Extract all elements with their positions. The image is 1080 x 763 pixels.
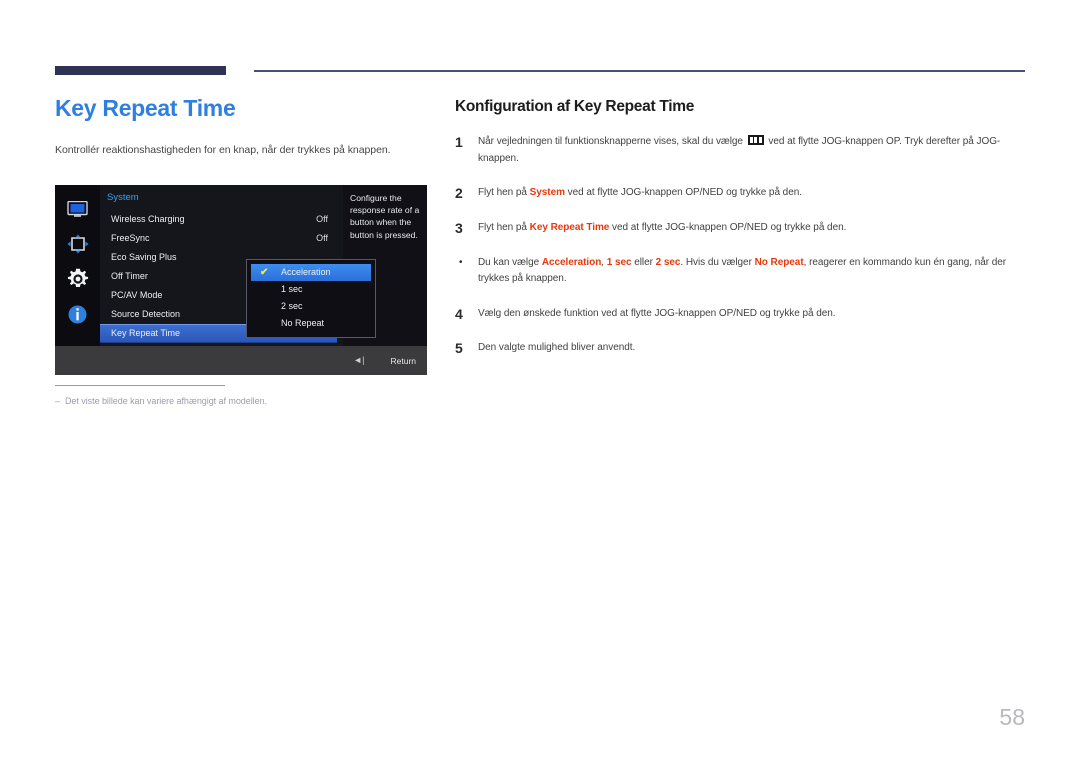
- instruction-step: 1 Når vejledningen til funktionsknapperne…: [455, 134, 1025, 167]
- back-arrow-icon[interactable]: ◄|: [353, 356, 364, 365]
- osd-screenshot: System Wireless Charging Off FreeSync Of…: [55, 185, 427, 375]
- step-text-fragment: eller: [631, 256, 656, 268]
- highlighted-term: Key Repeat Time: [529, 221, 610, 233]
- osd-body: System Wireless Charging Off FreeSync Of…: [100, 185, 427, 346]
- step-text-fragment: Flyt hen på: [478, 221, 530, 233]
- footnote-area: – Det viste billede kan variere afhængigt…: [55, 385, 475, 406]
- osd-item-label: Key Repeat Time: [111, 328, 181, 338]
- osd-item-label: Wireless Charging: [111, 214, 185, 224]
- step-text-fragment: Når vejledningen til funktionsknapperne …: [478, 136, 746, 147]
- picture-size-icon[interactable]: [65, 231, 91, 257]
- instruction-step: • Du kan vælge Acceleration, 1 sec eller …: [455, 255, 1025, 288]
- osd-item-label: Source Detection: [111, 309, 181, 319]
- highlighted-term: 2 sec: [655, 256, 681, 268]
- header-accent-bar: [55, 66, 226, 75]
- osd-item-value: Off: [316, 233, 328, 243]
- step-text-fragment: ved at flytte JOG-knappen OP/NED og tryk…: [609, 221, 847, 233]
- page-number: 58: [999, 704, 1025, 730]
- step-text-fragment: Den valgte mulighed bliver anvendt.: [478, 342, 636, 354]
- information-icon[interactable]: [65, 301, 91, 327]
- footnote-text: – Det viste billede kan variere afhængigt…: [55, 396, 475, 406]
- osd-item-value: Off: [316, 214, 328, 224]
- instruction-step: 4 Vælg den ønskede funktion ved at flytte…: [455, 306, 1025, 323]
- step-text-fragment: Du kan vælge: [478, 256, 542, 268]
- step-text: Vælg den ønskede funktion ved at flytte …: [478, 306, 1025, 323]
- footnote-divider: [55, 385, 225, 386]
- osd-option-popup: ✔ Acceleration 1 sec 2 sec No Repeat: [246, 259, 376, 338]
- system-gear-icon[interactable]: [65, 266, 91, 292]
- osd-option-label: 2 sec: [281, 301, 303, 311]
- left-column: Key Repeat Time Kontrollér reaktionshast…: [55, 95, 430, 156]
- osd-menu-title: System: [107, 192, 139, 203]
- step-number: 5: [455, 340, 463, 357]
- step-bullet: •: [459, 256, 463, 268]
- highlighted-term: 1 sec: [606, 256, 632, 268]
- header-divider-line: [254, 70, 1025, 72]
- instruction-steps: 1 Når vejledningen til funktionsknapperne…: [455, 134, 1025, 357]
- step-text-fragment: ved at flytte JOG-knappen OP/NED og tryk…: [564, 187, 802, 198]
- step-text: Når vejledningen til funktionsknapperne …: [478, 134, 1025, 167]
- highlighted-term: System: [529, 187, 565, 198]
- osd-item-label: FreeSync: [111, 233, 150, 243]
- step-text: Den valgte mulighed bliver anvendt.: [478, 340, 1025, 357]
- instruction-step: 2 Flyt hen på System ved at flytte JOG-kn…: [455, 185, 1025, 202]
- footnote-dash: –: [55, 396, 60, 406]
- instruction-step: 5 Den valgte mulighed bliver anvendt.: [455, 340, 1025, 357]
- osd-option-no-repeat[interactable]: No Repeat: [251, 315, 371, 332]
- step-number: 3: [455, 219, 463, 236]
- step-number: 1: [455, 134, 463, 150]
- osd-option-label: Acceleration: [281, 267, 331, 277]
- step-text-fragment: . Hvis du vælger: [680, 256, 755, 268]
- header-rules: [0, 0, 1080, 90]
- osd-option-label: 1 sec: [281, 284, 303, 294]
- osd-bottom-bar: ◄| Return: [55, 346, 427, 375]
- checkmark-icon: ✔: [260, 267, 269, 278]
- step-text-fragment: Flyt hen på: [478, 187, 530, 198]
- osd-item-label: PC/AV Mode: [111, 290, 163, 300]
- osd-item-label: Eco Saving Plus: [111, 252, 177, 262]
- step-number: 2: [455, 185, 463, 201]
- step-text: Flyt hen på Key Repeat Time ved at flytt…: [478, 220, 1025, 237]
- right-column: Konfiguration af Key Repeat Time 1 Når ve…: [455, 98, 1025, 357]
- step-text: Flyt hen på System ved at flytte JOG-kna…: [478, 185, 1025, 202]
- page-title: Key Repeat Time: [55, 95, 236, 121]
- osd-option-acceleration[interactable]: ✔ Acceleration: [251, 264, 371, 281]
- osd-menu-item-wireless-charging[interactable]: Wireless Charging Off: [100, 210, 337, 229]
- osd-sidebar: [55, 185, 100, 346]
- highlighted-term: Acceleration: [541, 256, 602, 268]
- osd-option-2-sec[interactable]: 2 sec: [251, 298, 371, 315]
- section-title: Konfiguration af Key Repeat Time: [455, 98, 695, 115]
- step-number: 4: [455, 305, 463, 322]
- footnote-body: Det viste billede kan variere afhængigt …: [64, 396, 267, 406]
- step-text: Du kan vælge Acceleration, 1 sec eller 2…: [478, 255, 1025, 288]
- osd-item-label: Off Timer: [111, 271, 148, 281]
- instruction-step: 3 Flyt hen på Key Repeat Time ved at flyt…: [455, 220, 1025, 237]
- osd-menu-item-freesync[interactable]: FreeSync Off: [100, 229, 337, 248]
- osd-option-1-sec[interactable]: 1 sec: [251, 281, 371, 298]
- highlighted-term: No Repeat: [754, 256, 804, 268]
- menu-icon: [747, 135, 764, 145]
- osd-return-label[interactable]: Return: [390, 356, 416, 366]
- osd-option-label: No Repeat: [281, 318, 325, 328]
- step-text-fragment: Vælg den ønskede funktion ved at flytte …: [478, 307, 836, 319]
- page-description: Kontrollér reaktionshastigheden for en k…: [55, 143, 391, 156]
- display-icon[interactable]: [65, 196, 91, 222]
